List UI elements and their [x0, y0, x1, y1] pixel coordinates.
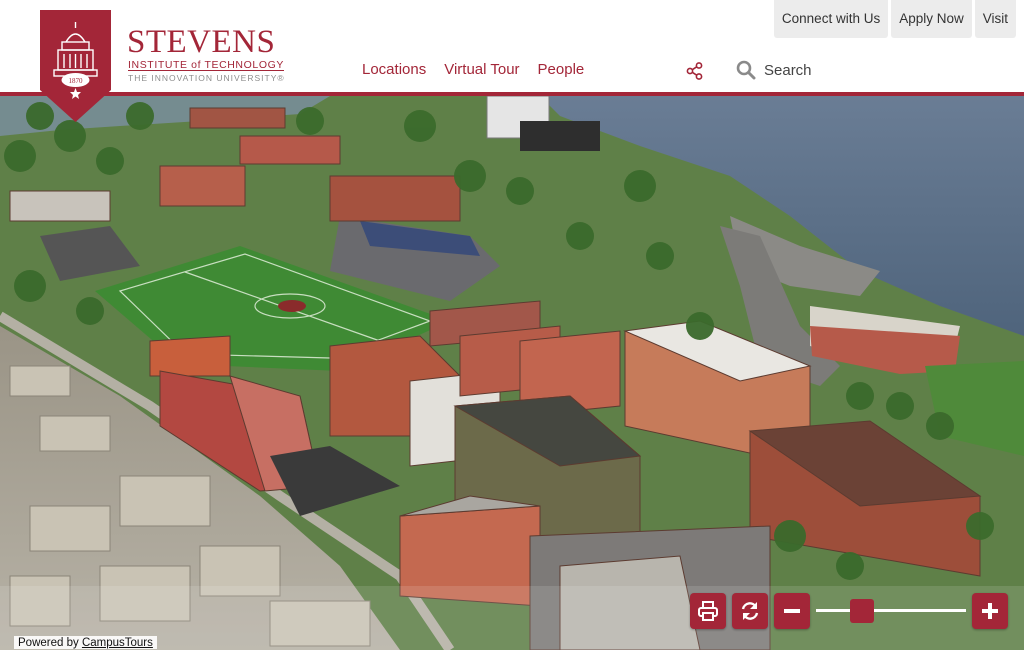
reset-view-button[interactable]	[732, 593, 768, 629]
header-divider	[0, 92, 1024, 96]
print-icon	[698, 601, 718, 621]
zoom-in-button[interactable]	[972, 593, 1008, 629]
top-utility-links: Connect with Us Apply Now Visit	[773, 0, 1016, 38]
campustours-link[interactable]: CampusTours	[82, 637, 153, 649]
map-controls	[690, 593, 1010, 629]
campus-aerial-map[interactable]	[0, 96, 1024, 650]
powered-by-label: Powered by	[18, 637, 79, 649]
brand-underline	[128, 70, 284, 71]
logo-year: 1870	[69, 77, 84, 85]
search-label: Search	[764, 61, 812, 79]
minus-icon	[784, 609, 800, 613]
main-nav: Locations Virtual Tour People	[362, 61, 584, 78]
share-icon[interactable]	[686, 62, 704, 80]
nav-locations[interactable]: Locations	[362, 61, 426, 78]
powered-by-credit: Powered by CampusTours	[14, 636, 157, 649]
stevens-shield-logo[interactable]: 1870	[40, 10, 111, 122]
zoom-out-button[interactable]	[774, 593, 810, 629]
nav-people[interactable]: People	[538, 61, 585, 78]
apply-now-button[interactable]: Apply Now	[891, 0, 972, 38]
refresh-icon	[741, 602, 759, 620]
print-button[interactable]	[690, 593, 726, 629]
brand-name[interactable]: STEVENS	[127, 26, 275, 59]
nav-virtual-tour[interactable]: Virtual Tour	[444, 61, 519, 78]
brand-tagline: THE INNOVATION UNIVERSITY®	[128, 73, 285, 83]
plus-icon	[982, 603, 998, 619]
zoom-slider-thumb[interactable]	[850, 599, 875, 623]
visit-button[interactable]: Visit	[974, 0, 1016, 38]
search-button[interactable]: Search	[736, 58, 812, 82]
connect-button[interactable]: Connect with Us	[773, 0, 889, 38]
zoom-slider-track[interactable]	[816, 609, 966, 612]
search-icon	[736, 60, 756, 80]
